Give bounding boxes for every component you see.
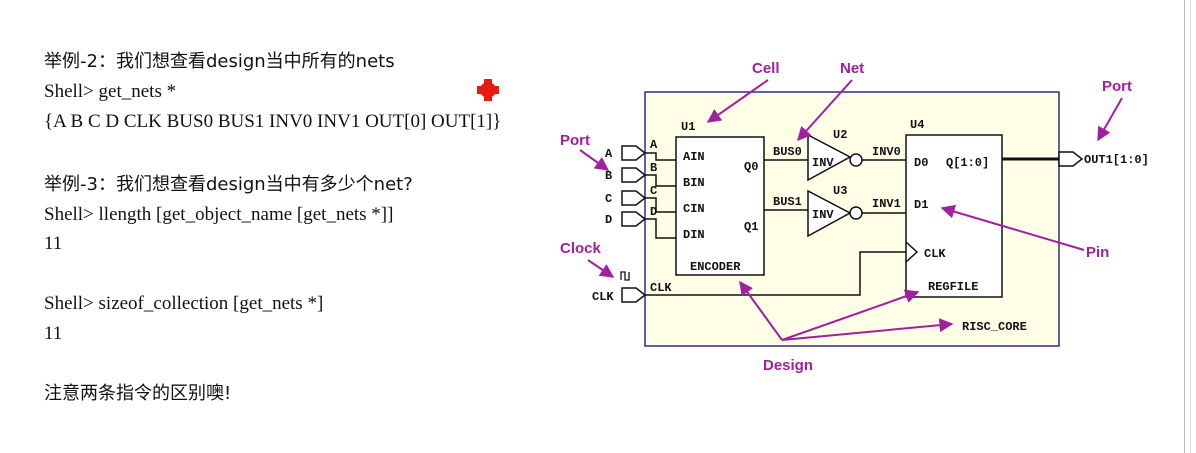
port-clk-label: CLK [592,290,614,304]
design-name-label: RISC_CORE [962,320,1027,334]
inverter-u2-label: INV [812,156,834,170]
net-inv0-label: INV0 [872,145,901,159]
u2-label: U2 [833,128,847,142]
regfile-pin-d1: D1 [914,198,928,212]
net-b-label: B [650,161,657,175]
u1-label: U1 [681,120,695,134]
port-d-label: D [605,213,612,227]
net-c-label: C [650,184,657,198]
callout-cell: Cell [752,60,780,77]
net-inv1-label: INV1 [872,197,901,211]
callout-clock: Clock [560,240,602,257]
output-port-label: OUT1[1:0] [1084,153,1149,167]
callout-net: Net [840,60,864,77]
inverter-u3-label: INV [812,208,834,222]
encoder-pin-cin: CIN [683,202,705,216]
port-b-label: B [605,169,612,183]
output-port [1058,151,1084,167]
net-a-label: A [650,138,658,152]
port-a-label: A [605,147,613,161]
callout-port-right: Port [1102,78,1132,95]
red-dot-marker [477,79,499,101]
net-d-label: D [650,205,657,219]
encoder-pin-ain: AIN [683,150,705,164]
port-c-label: C [605,192,612,206]
regfile-pin-clk: CLK [924,247,946,261]
u3-label: U3 [833,184,847,198]
circuit-diagram: U1 AIN BIN CIN DIN Q0 Q1 ENCODER U4 D0 Q… [477,60,1149,374]
net-clk-label: CLK [650,281,672,295]
encoder-pin-din: DIN [683,228,705,242]
regfile-name: REGFILE [928,280,978,294]
encoder-pin-bin: BIN [683,176,705,190]
clock-waveform-icon [620,271,630,281]
encoder-pin-q1: Q1 [744,220,758,234]
callout-design: Design [763,357,813,374]
net-bus1-label: BUS1 [773,195,802,209]
u4-label: U4 [910,118,924,132]
regfile-pin-d0: D0 [914,156,928,170]
net-bus0-label: BUS0 [773,145,802,159]
encoder-pin-q0: Q0 [744,160,758,174]
regfile-pin-q: Q[1:0] [946,156,989,170]
encoder-name: ENCODER [690,260,741,274]
callout-pin: Pin [1086,244,1109,261]
callout-port-left: Port [560,132,590,149]
